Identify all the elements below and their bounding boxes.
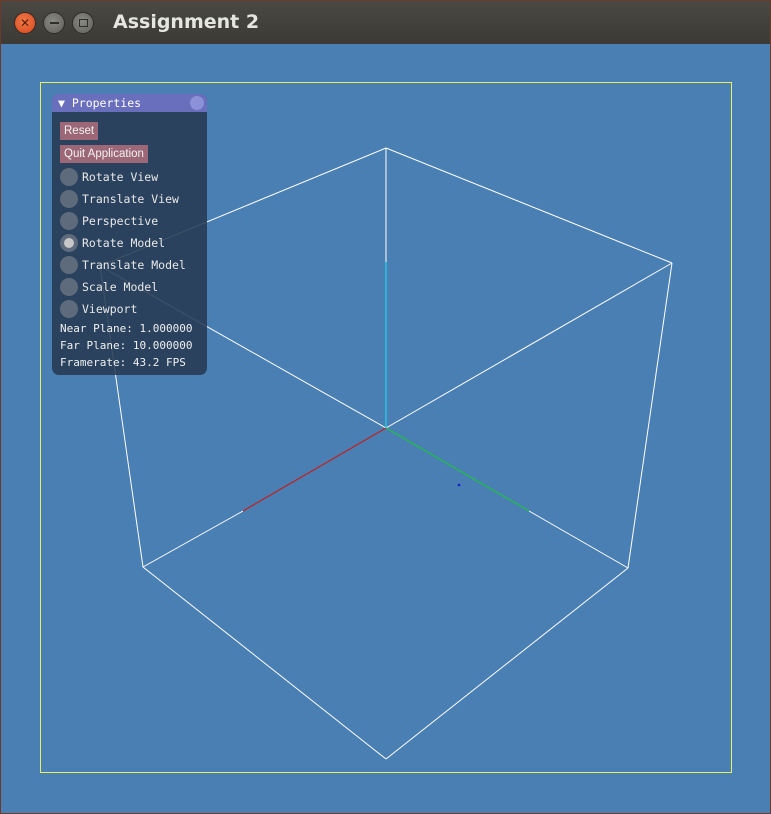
radio-icon[interactable] [60, 211, 78, 230]
application-window: ✕ Assignment 2 ▼ Properties Reset Quit A… [0, 0, 771, 814]
title-bar[interactable]: ✕ Assignment 2 [1, 1, 770, 44]
radio-translate-view[interactable]: Translate View [60, 189, 179, 208]
quit-button[interactable]: Quit Application [60, 145, 148, 163]
radio-label: Perspective [82, 213, 159, 228]
radio-label: Scale Model [82, 279, 159, 294]
panel-close-icon[interactable] [190, 96, 204, 110]
radio-icon[interactable] [60, 189, 78, 208]
minimize-icon[interactable] [43, 12, 65, 34]
close-icon[interactable]: ✕ [14, 12, 36, 34]
origin-dot [457, 483, 461, 487]
radio-icon[interactable] [60, 277, 78, 296]
axis-x [242, 427, 387, 512]
axis-z [385, 427, 530, 512]
radio-rotate-view[interactable]: Rotate View [60, 167, 158, 186]
far-plane-text: Far Plane: 10.000000 [60, 339, 193, 352]
radio-icon[interactable] [60, 299, 78, 318]
radio-viewport[interactable]: Viewport [60, 299, 137, 318]
radio-rotate-model[interactable]: Rotate Model [60, 233, 165, 252]
radio-checked-icon[interactable] [60, 233, 78, 252]
radio-translate-model[interactable]: Translate Model [60, 255, 186, 274]
panel-title: ▼ Properties [58, 96, 142, 110]
near-plane-text: Near Plane: 1.000000 [60, 322, 193, 335]
framerate-text: Framerate: 43.2 FPS [60, 356, 186, 369]
radio-label: Translate Model [82, 257, 186, 272]
radio-scale-model[interactable]: Scale Model [60, 277, 158, 296]
maximize-icon[interactable] [72, 12, 94, 34]
radio-label: Rotate View [82, 169, 159, 184]
radio-label: Rotate Model [82, 235, 166, 250]
reset-button[interactable]: Reset [60, 122, 99, 140]
panel-header[interactable]: ▼ Properties [52, 94, 207, 112]
radio-icon[interactable] [60, 255, 78, 274]
radio-icon[interactable] [60, 167, 78, 186]
radio-label: Translate View [82, 191, 179, 206]
window-title: Assignment 2 [113, 11, 260, 33]
radio-label: Viewport [82, 301, 138, 316]
radio-perspective[interactable]: Perspective [60, 211, 158, 230]
properties-panel: ▼ Properties Reset Quit Application Rota… [52, 94, 207, 375]
